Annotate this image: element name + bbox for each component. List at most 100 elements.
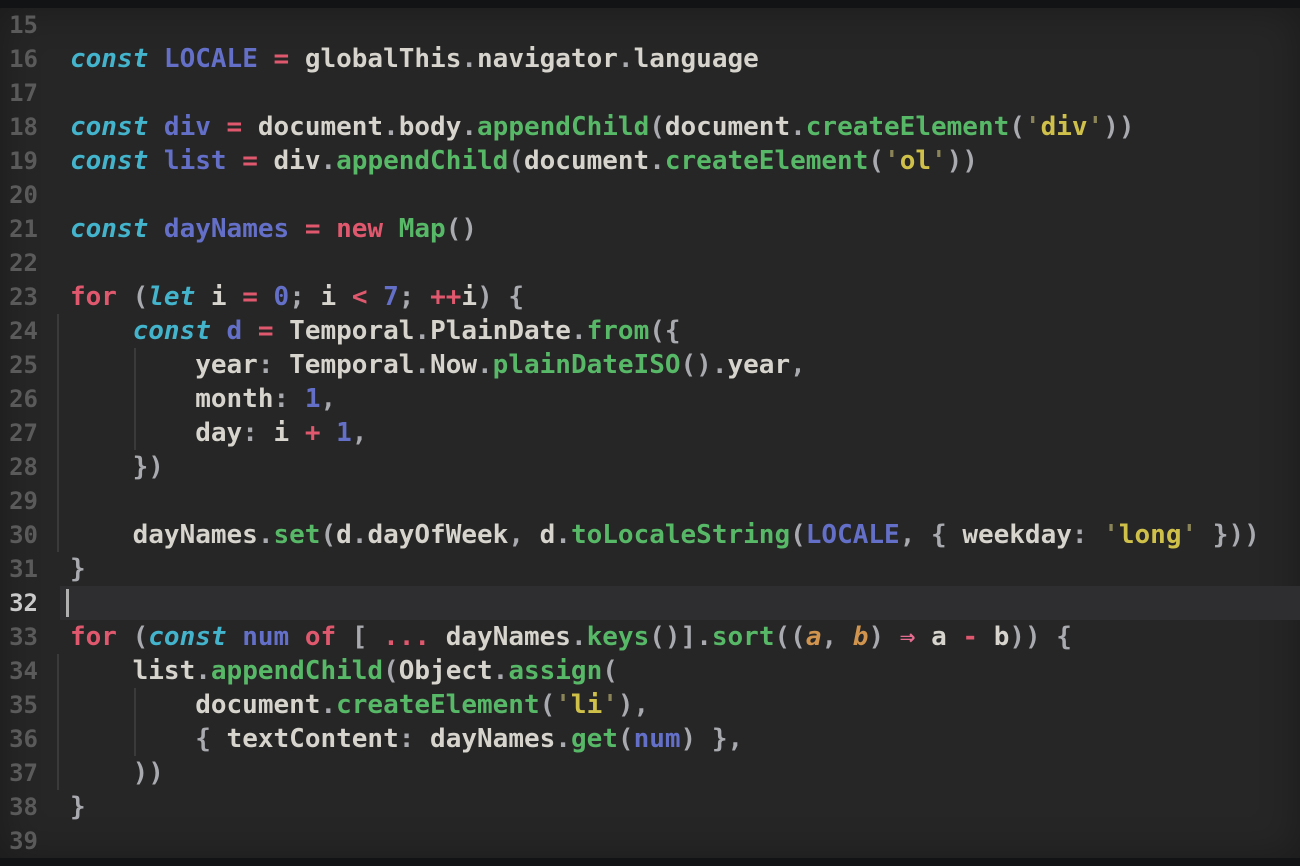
token-p: . <box>649 146 665 176</box>
token-t: dayNames <box>70 520 258 550</box>
token-p: . <box>414 316 431 346</box>
code-line[interactable]: 35 document.createElement('li'), <box>0 688 1300 722</box>
code-text[interactable]: dayNames.set(d.dayOfWeek, d.toLocaleStri… <box>70 518 1260 552</box>
code-line[interactable]: 39 <box>0 824 1300 858</box>
editor-frame: 15 16 const LOCALE = globalThis.navigator.… <box>0 0 1300 866</box>
token-t <box>70 316 133 346</box>
token-t: day <box>70 418 243 448</box>
code-line[interactable]: 17 <box>0 76 1300 110</box>
code-line[interactable]: 34 list.appendChild(Object.assign( <box>0 654 1300 688</box>
code-text[interactable]: const LOCALE = globalThis.navigator.lang… <box>70 42 759 76</box>
token-f: createElement <box>664 146 869 176</box>
token-p: }) <box>132 452 164 482</box>
code-text[interactable]: list.appendChild(Object.assign( <box>70 654 618 688</box>
code-line[interactable]: 24 const d = Temporal.PlainDate.from({ <box>0 314 1300 348</box>
token-v: dayNames <box>163 214 305 244</box>
token-o: = <box>242 146 274 176</box>
token-q: ' <box>602 690 618 720</box>
code-editor[interactable]: 15 16 const LOCALE = globalThis.navigator.… <box>0 8 1300 858</box>
line-number: 39 <box>9 827 38 855</box>
code-line[interactable]: 32 <box>0 586 1300 620</box>
token-o: = <box>226 112 258 142</box>
code-line[interactable]: 36 { textContent: dayNames.get(num) }, <box>0 722 1300 756</box>
code-text[interactable]: day: i + 1, <box>70 416 367 450</box>
code-line[interactable]: 38} <box>0 790 1300 824</box>
token-f: appendChild <box>210 656 384 686</box>
token-f: createElement <box>805 112 1010 142</box>
code-line[interactable]: 26 month: 1, <box>0 382 1300 416</box>
token-v: div <box>163 112 227 142</box>
code-line[interactable]: 23 for (let i = 0; i < 7; ++i) { <box>0 280 1300 314</box>
token-t: body <box>398 112 462 142</box>
token-t: Temporal <box>289 350 415 380</box>
line-number: 37 <box>9 759 38 787</box>
code-line[interactable]: 22 <box>0 246 1300 280</box>
code-line[interactable]: 37 )) <box>0 756 1300 790</box>
token-t: document <box>257 112 384 142</box>
code-text[interactable]: } <box>70 790 86 824</box>
token-p: ) }, <box>680 724 744 754</box>
token-p: ({ <box>649 316 681 346</box>
token-a: b <box>852 622 869 652</box>
token-t: dayNames <box>430 724 556 754</box>
token-v: list <box>163 146 243 176</box>
token-k: const <box>148 622 243 652</box>
code-line[interactable]: 28 }) <box>0 450 1300 484</box>
token-p: . <box>492 656 509 686</box>
code-line[interactable]: 29 <box>0 484 1300 518</box>
token-o: = <box>273 44 305 74</box>
bottom-edge-strip <box>0 858 1300 866</box>
code-line[interactable]: 15 <box>0 8 1300 42</box>
code-lines-container: 15 16 const LOCALE = globalThis.navigator.… <box>0 8 1300 858</box>
token-t: i <box>210 282 243 312</box>
code-line[interactable]: 21 const dayNames = new Map() <box>0 212 1300 246</box>
code-text[interactable]: document.createElement('li'), <box>70 688 649 722</box>
code-text[interactable]: const div = document.body.appendChild(do… <box>70 110 1135 144</box>
code-line[interactable]: 30 dayNames.set(d.dayOfWeek, d.toLocaleS… <box>0 518 1300 552</box>
token-n: 7 <box>383 282 399 312</box>
code-line[interactable]: 31} <box>0 552 1300 586</box>
code-text[interactable]: for (const num of [ ... dayNames.keys()]… <box>70 620 1072 654</box>
line-number: 32 <box>9 589 38 617</box>
line-number: 19 <box>9 147 38 175</box>
code-text[interactable]: year: Temporal.Now.plainDateISO().year, <box>70 348 806 382</box>
code-line[interactable]: 18 const div = document.body.appendChild(… <box>0 110 1300 144</box>
line-number: 21 <box>9 215 38 243</box>
token-p: . <box>555 724 571 754</box>
code-line[interactable]: 33 for (const num of [ ... dayNames.keys(… <box>0 620 1300 654</box>
code-text[interactable]: for (let i = 0; i < 7; ++i) { <box>70 280 524 314</box>
token-p: . <box>414 350 431 380</box>
token-t: weekday <box>962 520 1072 550</box>
code-line[interactable]: 19 const list = div.appendChild(document.… <box>0 144 1300 178</box>
code-text[interactable]: const d = Temporal.PlainDate.from({ <box>70 314 681 348</box>
token-k: const <box>70 146 164 176</box>
code-text[interactable]: const list = div.appendChild(document.cr… <box>70 144 978 178</box>
token-t: month <box>70 384 274 414</box>
code-line[interactable]: 25 year: Temporal.Now.plainDateISO().yea… <box>0 348 1300 382</box>
token-o: of <box>304 622 352 652</box>
code-line[interactable]: 16 const LOCALE = globalThis.navigator.la… <box>0 42 1300 76</box>
line-number: 34 <box>9 657 38 685</box>
token-p: . <box>461 112 478 142</box>
code-text[interactable]: } <box>70 552 86 586</box>
code-text[interactable]: )) <box>70 756 164 790</box>
code-line[interactable]: 20 <box>0 178 1300 212</box>
token-p: })) <box>1197 520 1260 550</box>
token-t: Now <box>430 350 478 380</box>
line-number: 26 <box>9 385 38 413</box>
token-p: . <box>461 44 478 74</box>
code-text[interactable]: { textContent: dayNames.get(num) }, <box>70 722 743 756</box>
token-p: : <box>242 418 274 448</box>
code-text[interactable]: month: 1, <box>70 382 336 416</box>
token-o: = new <box>304 214 399 244</box>
code-line[interactable]: 27 day: i + 1, <box>0 416 1300 450</box>
indent-guide <box>57 688 59 722</box>
line-number: 27 <box>9 419 38 447</box>
token-p: ; <box>289 282 321 312</box>
token-p: )) <box>1103 112 1135 142</box>
top-edge-strip <box>0 0 1300 8</box>
token-s: long <box>1118 520 1182 550</box>
code-text[interactable]: const dayNames = new Map() <box>70 212 477 246</box>
token-f: createElement <box>336 690 540 720</box>
code-text[interactable]: }) <box>70 450 164 484</box>
